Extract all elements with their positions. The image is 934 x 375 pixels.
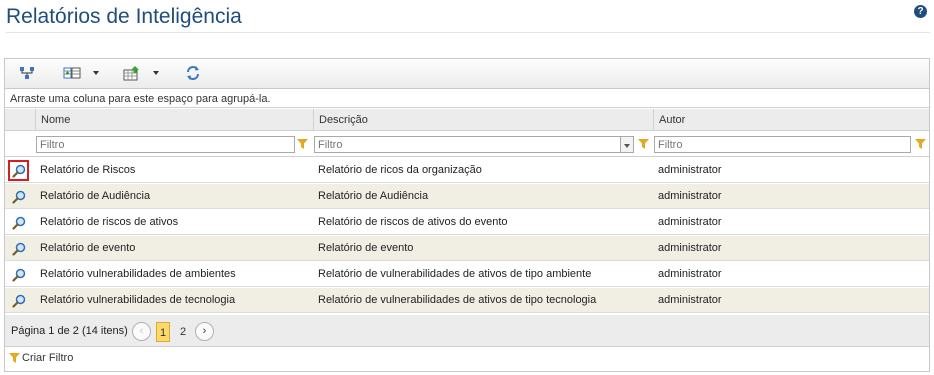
view-report-button[interactable] bbox=[8, 212, 29, 233]
grid-header: Nome Descrição Autor bbox=[5, 109, 929, 131]
cell-autor: administrator bbox=[658, 242, 722, 254]
cell-autor: administrator bbox=[658, 216, 722, 228]
table-row[interactable]: Relatório de riscos de ativos Relatório d… bbox=[5, 210, 929, 235]
cell-autor: administrator bbox=[658, 164, 722, 176]
cell-nome: Relatório de evento bbox=[40, 242, 136, 254]
group-by-drop-area[interactable]: Arraste uma coluna para este espaço para… bbox=[5, 90, 929, 108]
grid-toolbar bbox=[5, 59, 929, 89]
help-icon[interactable]: ? bbox=[914, 5, 927, 18]
columns-chooser-icon bbox=[63, 67, 81, 79]
grid-footer: Criar Filtro bbox=[5, 348, 929, 371]
pager-info: Página 1 de 2 (14 itens) bbox=[11, 325, 128, 337]
filter-funnel-icon[interactable] bbox=[915, 139, 926, 149]
refresh-icon bbox=[187, 66, 199, 80]
magnifier-icon bbox=[11, 268, 25, 282]
filter-input-nome[interactable] bbox=[36, 136, 295, 153]
view-report-button[interactable] bbox=[8, 290, 29, 311]
magnifier-icon bbox=[11, 242, 25, 256]
cell-descricao: Relatório de evento bbox=[318, 242, 414, 254]
cell-descricao: Relatório de ricos da organização bbox=[318, 164, 482, 176]
column-chooser-button[interactable] bbox=[63, 65, 99, 81]
filter-input-descricao[interactable] bbox=[314, 136, 621, 153]
title-divider bbox=[6, 32, 930, 33]
column-hierarchy-button[interactable] bbox=[19, 65, 37, 81]
filter-funnel-icon bbox=[9, 353, 20, 363]
view-report-button[interactable] bbox=[8, 186, 29, 207]
next-page-button[interactable]: › bbox=[195, 322, 214, 341]
cell-autor: administrator bbox=[658, 268, 722, 280]
filter-input-autor[interactable] bbox=[654, 136, 911, 153]
cell-descricao: Relatório de vulnerabilidades de ativos … bbox=[318, 294, 597, 306]
cell-nome: Relatório de riscos de ativos bbox=[40, 216, 179, 228]
magnifier-icon bbox=[11, 190, 25, 204]
page-title: Relatórios de Inteligência bbox=[6, 5, 242, 28]
magnifier-icon bbox=[11, 216, 25, 230]
magnifier-icon bbox=[11, 164, 25, 178]
chevron-down-icon bbox=[153, 71, 159, 75]
refresh-button[interactable] bbox=[185, 65, 201, 81]
table-row[interactable]: Relatório de evento Relatório de evento ad… bbox=[5, 236, 929, 261]
cell-nome: Relatório de Riscos bbox=[40, 164, 136, 176]
cell-nome: Relatório vulnerabilidades de tecnologia bbox=[40, 294, 236, 306]
cell-nome: Relatório vulnerabilidades de ambientes bbox=[40, 268, 236, 280]
create-filter-label: Criar Filtro bbox=[22, 352, 74, 364]
chevron-down-icon bbox=[93, 71, 99, 75]
view-report-button[interactable] bbox=[8, 160, 29, 181]
cell-descricao: Relatório de Audiência bbox=[318, 190, 429, 202]
column-header-nome[interactable]: Nome bbox=[35, 109, 313, 131]
reports-grid: Arraste uma coluna para este espaço para… bbox=[4, 58, 930, 372]
pager: Página 1 de 2 (14 itens) ‹ 1 2 › bbox=[5, 315, 929, 347]
table-row[interactable]: Relatório vulnerabilidades de ambientes R… bbox=[5, 262, 929, 287]
view-report-button[interactable] bbox=[8, 264, 29, 285]
create-filter-button[interactable]: Criar Filtro bbox=[9, 352, 73, 364]
cell-descricao: Relatório de vulnerabilidades de ativos … bbox=[318, 268, 592, 280]
magnifier-icon bbox=[11, 294, 25, 308]
filter-funnel-icon[interactable] bbox=[638, 139, 649, 149]
filter-dropdown-button[interactable] bbox=[620, 136, 634, 153]
export-button[interactable] bbox=[123, 65, 159, 81]
cell-descricao: Relatório de riscos de ativos do evento bbox=[318, 216, 508, 228]
cell-autor: administrator bbox=[658, 190, 722, 202]
cell-nome: Relatório de Audiência bbox=[40, 190, 151, 202]
page-number-2[interactable]: 2 bbox=[176, 322, 190, 342]
column-header-autor[interactable]: Autor bbox=[653, 109, 929, 131]
table-row[interactable]: Relatório de Riscos Relatório de ricos da… bbox=[5, 158, 929, 183]
previous-page-button[interactable]: ‹ bbox=[132, 322, 151, 341]
table-row[interactable]: Relatório vulnerabilidades de tecnologia… bbox=[5, 288, 929, 313]
filter-funnel-icon[interactable] bbox=[297, 139, 308, 149]
export-icon bbox=[123, 66, 139, 81]
filter-row bbox=[5, 132, 929, 157]
column-header-descricao[interactable]: Descrição bbox=[313, 109, 653, 131]
page-number-current[interactable]: 1 bbox=[156, 322, 170, 342]
table-row[interactable]: Relatório de Audiência Relatório de Audiê… bbox=[5, 184, 929, 209]
view-report-button[interactable] bbox=[8, 238, 29, 259]
cell-autor: administrator bbox=[658, 294, 722, 306]
column-hierarchy-icon bbox=[20, 67, 34, 79]
